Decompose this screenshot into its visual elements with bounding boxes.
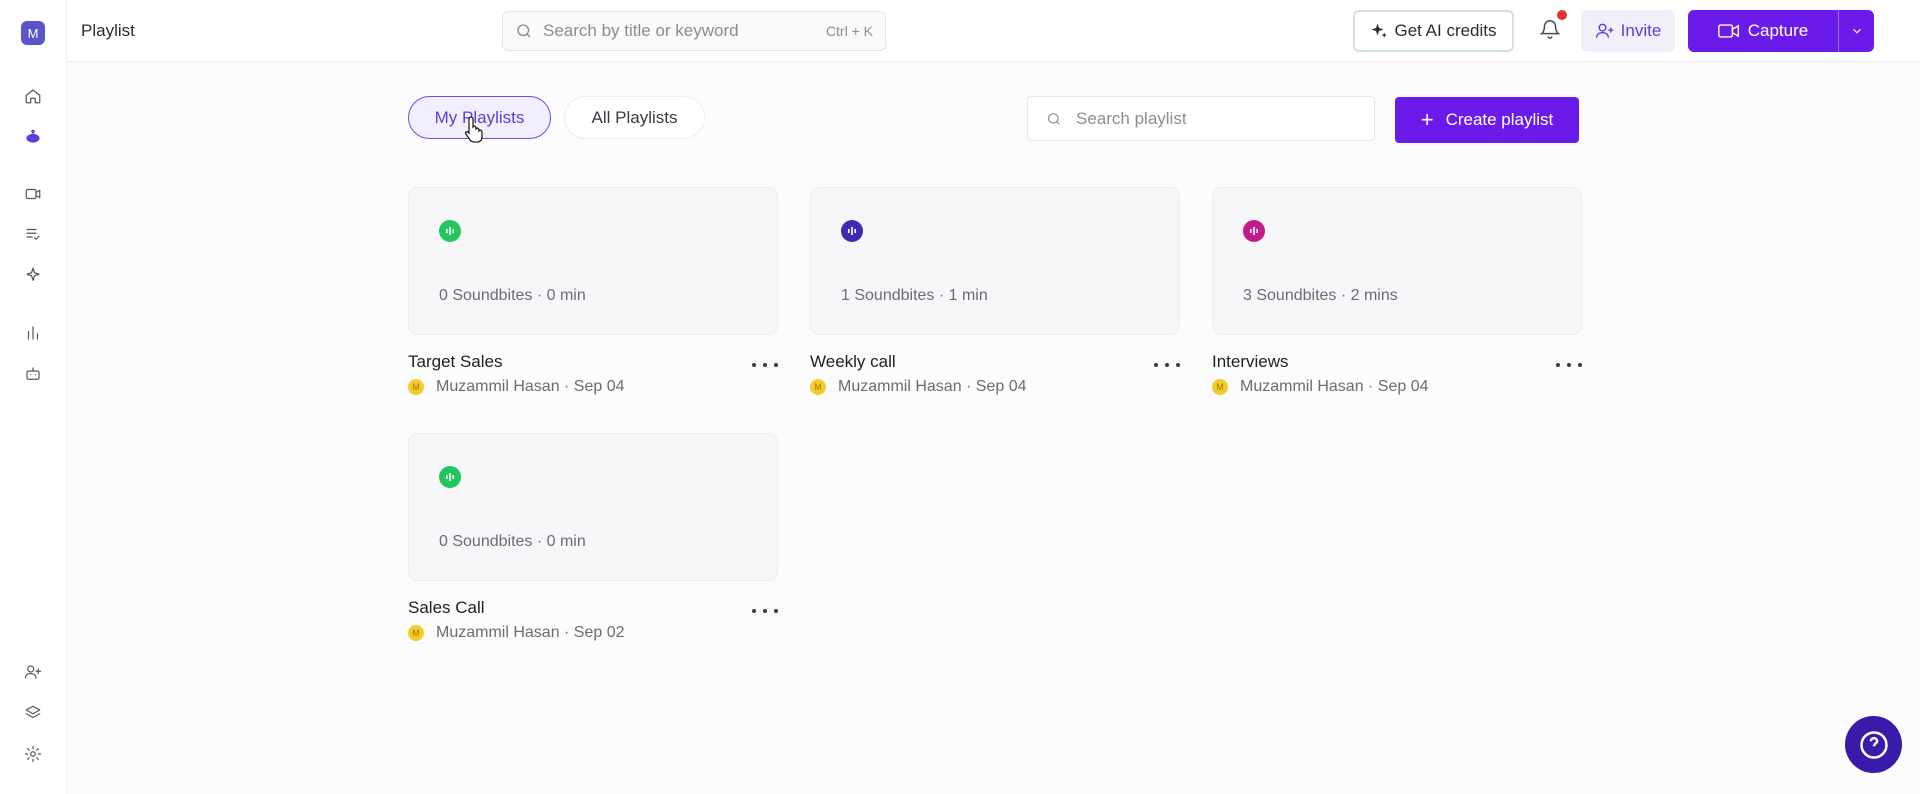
tab-all-playlists[interactable]: All Playlists bbox=[564, 96, 705, 139]
playlist-title[interactable]: Interviews bbox=[1212, 352, 1289, 372]
home-icon[interactable] bbox=[22, 85, 44, 107]
playlist-meta: 3 Soundbites · 2 mins bbox=[1243, 287, 1398, 304]
more-options-button[interactable] bbox=[752, 357, 778, 373]
owner-date: Muzammil Hasan · Sep 04 bbox=[1240, 378, 1429, 395]
playlist-title[interactable]: Target Sales bbox=[408, 352, 503, 372]
avatar: M bbox=[1212, 379, 1228, 395]
get-ai-credits-label: Get AI credits bbox=[1394, 21, 1497, 40]
invite-label: Invite bbox=[1620, 21, 1662, 40]
chart-icon[interactable] bbox=[22, 322, 44, 344]
capture-label: Capture bbox=[1747, 21, 1809, 40]
page-title: Playlist bbox=[81, 21, 135, 40]
add-user-icon bbox=[1595, 23, 1614, 38]
waveform-icon bbox=[446, 227, 454, 235]
more-options-button[interactable] bbox=[1154, 357, 1180, 373]
search-icon bbox=[517, 24, 531, 38]
get-ai-credits-button[interactable]: Get AI credits bbox=[1353, 10, 1514, 52]
sidebar: M bbox=[0, 0, 67, 794]
playlist-owner: M Muzammil Hasan · Sep 04 bbox=[408, 378, 625, 396]
waveform-icon bbox=[1250, 227, 1258, 235]
hand-cursor-icon bbox=[464, 116, 483, 143]
playlist-meta: 0 Soundbites · 0 min bbox=[439, 533, 586, 550]
more-options-button[interactable] bbox=[752, 603, 778, 619]
global-search-input[interactable]: Search by title or keyword Ctrl + K bbox=[502, 11, 886, 51]
search-icon bbox=[1048, 112, 1060, 125]
video-icon bbox=[1717, 24, 1739, 38]
owner-date: Muzammil Hasan · Sep 02 bbox=[436, 624, 625, 641]
checklist-icon[interactable] bbox=[22, 223, 44, 245]
playlist-title[interactable]: Weekly call bbox=[810, 352, 896, 372]
avatar: M bbox=[408, 379, 424, 395]
playlist-owner: M Muzammil Hasan · Sep 02 bbox=[408, 624, 625, 642]
playlist-thumbnail[interactable]: 0 Soundbites · 0 min bbox=[408, 433, 778, 581]
plus-icon: + bbox=[1420, 107, 1434, 132]
sparkle-icon[interactable] bbox=[22, 264, 44, 286]
assistant-icon[interactable] bbox=[22, 125, 44, 147]
playlist-thumbnail[interactable]: 1 Soundbites · 1 min bbox=[810, 187, 1180, 335]
waveform-icon bbox=[446, 473, 454, 481]
soundbite-badge bbox=[1243, 220, 1265, 242]
global-search-placeholder: Search by title or keyword bbox=[543, 21, 739, 40]
capture-dropdown[interactable] bbox=[1838, 10, 1874, 52]
capture-button[interactable]: Capture bbox=[1688, 10, 1874, 52]
playlist-owner: M Muzammil Hasan · Sep 04 bbox=[1212, 378, 1429, 396]
playlist-search-input[interactable] bbox=[1076, 108, 1356, 129]
soundbite-badge bbox=[841, 220, 863, 242]
bell-icon bbox=[1539, 20, 1561, 39]
owner-date: Muzammil Hasan · Sep 04 bbox=[838, 378, 1027, 395]
playlist-thumbnail[interactable]: 3 Soundbites · 2 mins bbox=[1212, 187, 1582, 335]
avatar: M bbox=[408, 625, 424, 641]
capture-main[interactable]: Capture bbox=[1688, 10, 1838, 52]
robot-icon[interactable] bbox=[22, 363, 44, 385]
add-user-icon[interactable] bbox=[22, 661, 44, 683]
playlist-meta: 1 Soundbites · 1 min bbox=[841, 287, 988, 304]
workspace-logo[interactable]: M bbox=[21, 21, 45, 45]
chevron-down-icon bbox=[1852, 28, 1861, 34]
notifications-button[interactable] bbox=[1539, 10, 1567, 44]
create-playlist-label: Create playlist bbox=[1445, 110, 1554, 129]
avatar: M bbox=[810, 379, 826, 395]
playlist-search[interactable] bbox=[1027, 96, 1375, 141]
more-options-button[interactable] bbox=[1556, 357, 1582, 373]
invite-button[interactable]: Invite bbox=[1581, 10, 1675, 52]
playlist-thumbnail[interactable]: 0 Soundbites · 0 min bbox=[408, 187, 778, 335]
playlist-title[interactable]: Sales Call bbox=[408, 598, 485, 618]
video-icon[interactable] bbox=[22, 183, 44, 205]
playlist-meta: 0 Soundbites · 0 min bbox=[439, 287, 586, 304]
create-playlist-button[interactable]: + Create playlist bbox=[1395, 97, 1579, 143]
soundbite-badge bbox=[439, 466, 461, 488]
question-icon bbox=[1859, 730, 1888, 759]
search-shortcut: Ctrl + K bbox=[825, 23, 873, 39]
layers-icon[interactable] bbox=[22, 702, 44, 724]
playlist-owner: M Muzammil Hasan · Sep 04 bbox=[810, 378, 1027, 396]
soundbite-badge bbox=[439, 220, 461, 242]
help-button[interactable] bbox=[1845, 716, 1902, 773]
gear-icon[interactable] bbox=[22, 743, 44, 765]
sparkle-icon bbox=[1371, 23, 1388, 38]
notification-dot bbox=[1557, 10, 1567, 20]
waveform-icon bbox=[848, 227, 856, 235]
owner-date: Muzammil Hasan · Sep 04 bbox=[436, 378, 625, 395]
